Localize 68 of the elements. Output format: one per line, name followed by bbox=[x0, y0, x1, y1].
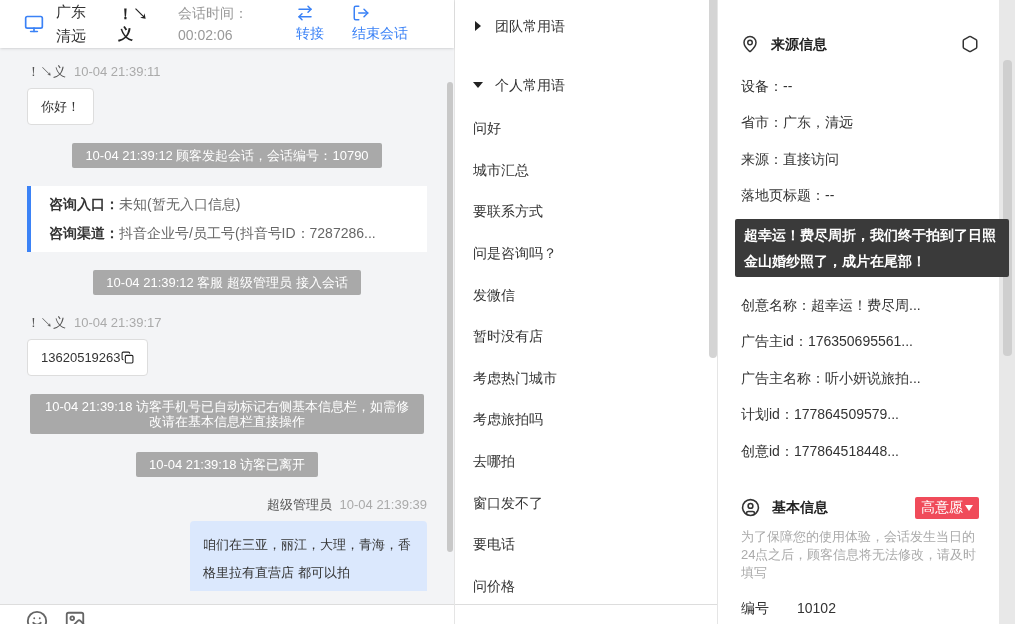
sender-name: ！↘义 bbox=[27, 314, 66, 332]
message-bubble: 13620519263 bbox=[27, 338, 148, 376]
phrase-item[interactable]: 问价格 bbox=[473, 565, 709, 604]
end-session-button[interactable]: 结束会话 bbox=[352, 4, 408, 44]
message-time: 10-04 21:39:11 bbox=[74, 63, 161, 81]
tooltip: 超幸运！费尽周折，我们终于拍到了日照金山婚纱照了，成片在尾部！ bbox=[735, 219, 1009, 277]
location-pin-icon bbox=[741, 35, 759, 53]
phrase-item[interactable]: 城市汇总 bbox=[473, 149, 709, 192]
phrase-item[interactable]: 暂时没有店 bbox=[473, 315, 709, 358]
card-value: 抖音企业号/员工号(抖音号ID：7287286... bbox=[119, 224, 376, 243]
info-row-text: 创意名称：超幸运！费尽周... bbox=[741, 295, 922, 315]
duration-value: 00:02:06 bbox=[178, 26, 234, 45]
caret-down-icon bbox=[473, 80, 483, 90]
phrase-item[interactable]: 问好 bbox=[473, 108, 709, 150]
system-notice: 10-04 21:39:18 访客手机号已自动标记右侧基本信息栏，如需修改请在基本信息栏直接操作 bbox=[30, 394, 424, 434]
scrollbar-thumb[interactable] bbox=[447, 82, 453, 552]
info-row-text: 落地页标题：-- bbox=[741, 186, 836, 206]
phrase-item[interactable]: 去哪拍 bbox=[473, 440, 709, 483]
field-label: 编号 bbox=[741, 598, 769, 618]
info-row-text: 来源：直接访问 bbox=[741, 149, 840, 169]
message-bubble: 咱们在三亚，丽江，大理，青海，香格里拉有直营店 都可以拍 bbox=[190, 520, 427, 591]
duration-label: 会话时间： bbox=[178, 4, 249, 23]
card-value: 未知(暂无入口信息) bbox=[119, 195, 241, 214]
card-label: 咨询渠道： bbox=[49, 224, 119, 243]
caret-down-icon bbox=[965, 504, 973, 511]
swap-arrows-icon bbox=[296, 4, 314, 22]
notice-text: 为了保障您的使用体验，会话发生当日的24点之后，顾客信息将无法修改，请及时填写 bbox=[741, 527, 978, 582]
phrase-item[interactable]: 问是咨询吗？ bbox=[473, 232, 709, 275]
card-label: 咨询入口： bbox=[49, 195, 119, 214]
system-notice: 10-04 21:39:18 访客已离开 bbox=[135, 452, 319, 477]
info-row-text: 广告主名称：听小妍说旅拍... bbox=[741, 368, 922, 388]
info-row-text: 创意id：177864518448... bbox=[741, 441, 900, 461]
system-notice: 10-04 21:39:12 顾客发起会话，会话编号：10790 bbox=[72, 143, 382, 168]
monitor-icon bbox=[24, 14, 44, 34]
caret-right-icon bbox=[473, 21, 483, 31]
phrase-item[interactable]: 考虑热门城市 bbox=[473, 357, 709, 400]
sender-name: 超级管理员 bbox=[266, 496, 332, 514]
intent-tag[interactable]: 高意愿 bbox=[915, 496, 979, 519]
phrase-item[interactable]: 发微信 bbox=[473, 274, 709, 316]
info-row-text: 计划id：177864509579... bbox=[741, 405, 900, 425]
sender-name: ！↘义 bbox=[27, 63, 66, 81]
phrase-group-header[interactable]: 个人常用语 bbox=[473, 73, 709, 97]
exit-icon bbox=[352, 4, 370, 22]
visitor-name: ！↘义 bbox=[118, 4, 149, 44]
info-row-text: 设备：-- bbox=[741, 76, 794, 96]
phrase-item[interactable]: 考虑旅拍吗 bbox=[473, 399, 709, 441]
phrase-item[interactable]: 要电话 bbox=[473, 523, 709, 566]
field-value: 10102 bbox=[797, 598, 836, 618]
transfer-button[interactable]: 转接 bbox=[296, 4, 324, 44]
group-title: 团队常用语 bbox=[495, 16, 565, 36]
scrollbar-thumb[interactable] bbox=[1002, 60, 1012, 356]
message-bubble: 你好！ bbox=[27, 87, 94, 125]
user-circle-icon bbox=[741, 498, 760, 517]
group-title: 个人常用语 bbox=[495, 75, 565, 95]
info-row-text: 广告主id：176350695561... bbox=[741, 332, 914, 352]
section-title: 基本信息 bbox=[772, 498, 828, 517]
message-time: 10-04 21:39:17 bbox=[74, 314, 162, 332]
phrase-item[interactable]: 要联系方式 bbox=[473, 191, 709, 233]
phrase-item[interactable]: 窗口发不了 bbox=[473, 482, 709, 524]
location-text: 广东清远 bbox=[56, 2, 87, 46]
system-notice: 10-04 21:39:12 客服 超级管理员 接入会话 bbox=[93, 270, 361, 295]
hexagon-icon[interactable] bbox=[961, 35, 979, 53]
scrollbar-thumb[interactable] bbox=[709, 0, 717, 358]
phrase-group-header[interactable]: 团队常用语 bbox=[473, 14, 709, 38]
copy-icon[interactable] bbox=[120, 350, 134, 364]
message-time: 10-04 21:39:39 bbox=[339, 496, 427, 514]
info-row-text: 省市：广东，清远 bbox=[741, 113, 854, 133]
section-title: 来源信息 bbox=[771, 34, 827, 54]
